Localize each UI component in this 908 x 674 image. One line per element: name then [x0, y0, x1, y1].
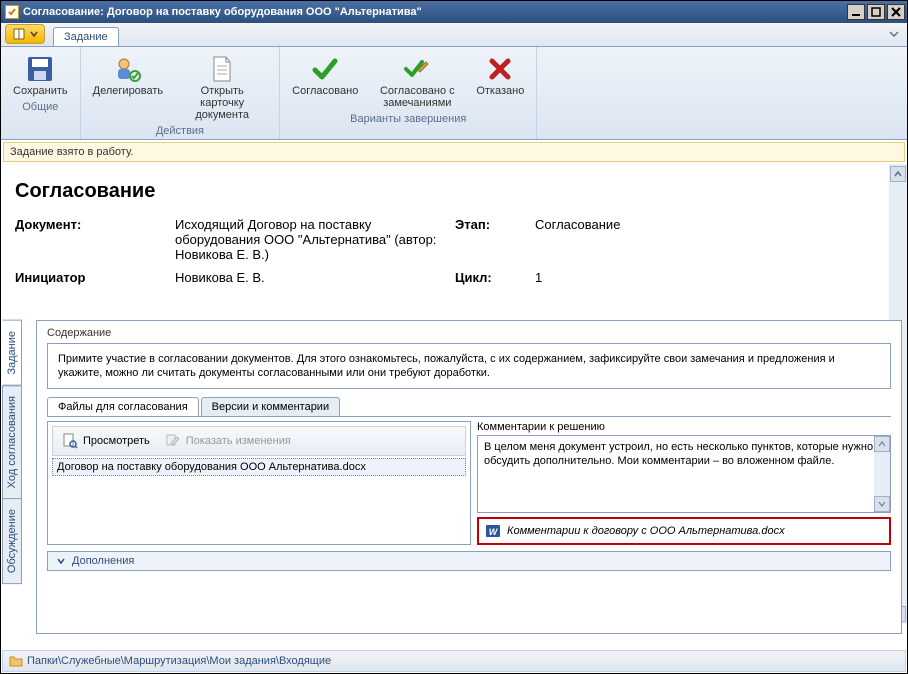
changes-icon	[164, 432, 182, 450]
close-button[interactable]	[887, 4, 905, 20]
tab-files[interactable]: Файлы для согласования	[47, 397, 199, 416]
additions-expander[interactable]: Дополнения	[47, 551, 891, 571]
delegate-label: Делегировать	[93, 85, 164, 97]
instruction-text: Примите участие в согласовании документо…	[47, 343, 891, 389]
vertical-tabs: Задание Ход согласования Обсуждение	[2, 320, 22, 583]
delegate-button[interactable]: Делегировать	[89, 51, 168, 123]
comments-text: В целом меня документ устроил, но есть н…	[484, 441, 873, 467]
approved-label: Согласовано	[292, 85, 358, 97]
save-button[interactable]: Сохранить	[9, 51, 72, 99]
tab-versions[interactable]: Версии и комментарии	[201, 397, 340, 416]
approved-notes-button[interactable]: Согласовано с замечаниями	[368, 51, 466, 111]
inner-tabs: Файлы для согласования Версии и коммента…	[47, 397, 891, 417]
folder-icon	[9, 654, 23, 668]
initiator-label: Инициатор	[15, 270, 175, 285]
ribbon-group-actions: Делегировать Открыть карточку документа …	[81, 47, 281, 139]
files-column: Просмотреть Показать изменения Договор н…	[47, 421, 471, 545]
chevron-down-icon	[56, 556, 66, 566]
approved-button[interactable]: Согласовано	[288, 51, 362, 111]
comments-column: Комментарии к решению В целом меня докум…	[477, 421, 891, 545]
check-pencil-icon	[401, 53, 433, 85]
initiator-value: Новикова Е. В.	[175, 270, 455, 285]
comments-scrollbar[interactable]	[874, 436, 890, 512]
content-panel: Содержание Примите участие в согласовани…	[36, 320, 902, 634]
rejected-label: Отказано	[476, 85, 524, 97]
attachment-name: Комментарии к договору с ООО Альтернатив…	[507, 525, 785, 537]
file-item[interactable]: Договор на поставку оборудования ООО Аль…	[52, 458, 466, 476]
delegate-icon	[112, 53, 144, 85]
ribbon-group-completion: Согласовано Согласовано с замечаниями От…	[280, 47, 537, 139]
ribbon-group-general: Сохранить Общие	[1, 47, 81, 139]
open-card-button[interactable]: Открыть карточку документа	[173, 51, 271, 123]
vtab-discussion[interactable]: Обсуждение	[2, 498, 22, 584]
breadcrumb-bar: Папки\Служебные\Маршрутизация\Мои задани…	[2, 650, 906, 672]
tab-task[interactable]: Задание	[53, 27, 119, 46]
attachment-row[interactable]: W Комментарии к договору с ООО Альтернат…	[477, 517, 891, 545]
page-title: Согласование	[15, 180, 875, 203]
minimize-button[interactable]	[847, 4, 865, 20]
cycle-label: Цикл:	[455, 270, 535, 285]
cross-icon	[484, 53, 516, 85]
files-toolbar: Просмотреть Показать изменения	[52, 426, 466, 456]
section-label: Содержание	[47, 327, 891, 339]
word-icon: W	[485, 523, 501, 539]
title-bar: Согласование: Договор на поставку оборуд…	[1, 1, 907, 23]
preview-button[interactable]: Просмотреть	[55, 429, 156, 453]
stage-value: Согласование	[535, 217, 675, 262]
files-comments-row: Просмотреть Показать изменения Договор н…	[47, 421, 891, 545]
status-bar: Задание взято в работу.	[3, 142, 905, 162]
magnifier-icon	[61, 432, 79, 450]
book-icon	[12, 27, 26, 41]
quick-access-toolbar[interactable]	[5, 24, 45, 44]
scroll-up-icon[interactable]	[890, 166, 906, 182]
vtab-task[interactable]: Задание	[2, 320, 22, 386]
vtab-flow[interactable]: Ход согласования	[2, 385, 22, 499]
group-completion-label: Варианты завершения	[350, 113, 466, 125]
breadcrumb-text[interactable]: Папки\Служебные\Маршрутизация\Мои задани…	[27, 655, 331, 667]
doc-value: Исходящий Договор на поставку оборудован…	[175, 217, 455, 262]
rejected-button[interactable]: Отказано	[472, 51, 528, 111]
doc-label: Документ:	[15, 217, 175, 262]
ribbon: Сохранить Общие Делегировать Открыть кар…	[1, 47, 907, 140]
scroll-down-icon[interactable]	[874, 496, 890, 512]
document-icon	[206, 53, 238, 85]
ribbon-collapse-icon[interactable]	[887, 27, 901, 41]
group-actions-label: Действия	[156, 125, 204, 137]
open-card-label: Открыть карточку документа	[177, 85, 267, 121]
scroll-up-icon[interactable]	[874, 436, 890, 452]
preview-label: Просмотреть	[83, 435, 150, 447]
save-label: Сохранить	[13, 85, 68, 97]
comments-label: Комментарии к решению	[477, 421, 891, 433]
group-general-label: Общие	[22, 101, 58, 113]
save-icon	[24, 53, 56, 85]
maximize-button[interactable]	[867, 4, 885, 20]
info-grid: Документ: Исходящий Договор на поставку …	[15, 217, 875, 285]
menu-strip: Задание	[1, 23, 907, 47]
show-changes-label: Показать изменения	[186, 435, 291, 447]
app-icon	[5, 5, 19, 19]
cycle-value: 1	[535, 270, 675, 285]
show-changes-button: Показать изменения	[158, 429, 297, 453]
stage-label: Этап:	[455, 217, 535, 262]
comments-textarea[interactable]: В целом меня документ устроил, но есть н…	[477, 435, 891, 513]
window-title: Согласование: Договор на поставку оборуд…	[23, 6, 847, 18]
additions-label: Дополнения	[72, 555, 134, 567]
dropdown-icon	[30, 30, 38, 38]
check-icon	[309, 53, 341, 85]
approved-notes-label: Согласовано с замечаниями	[372, 85, 462, 109]
